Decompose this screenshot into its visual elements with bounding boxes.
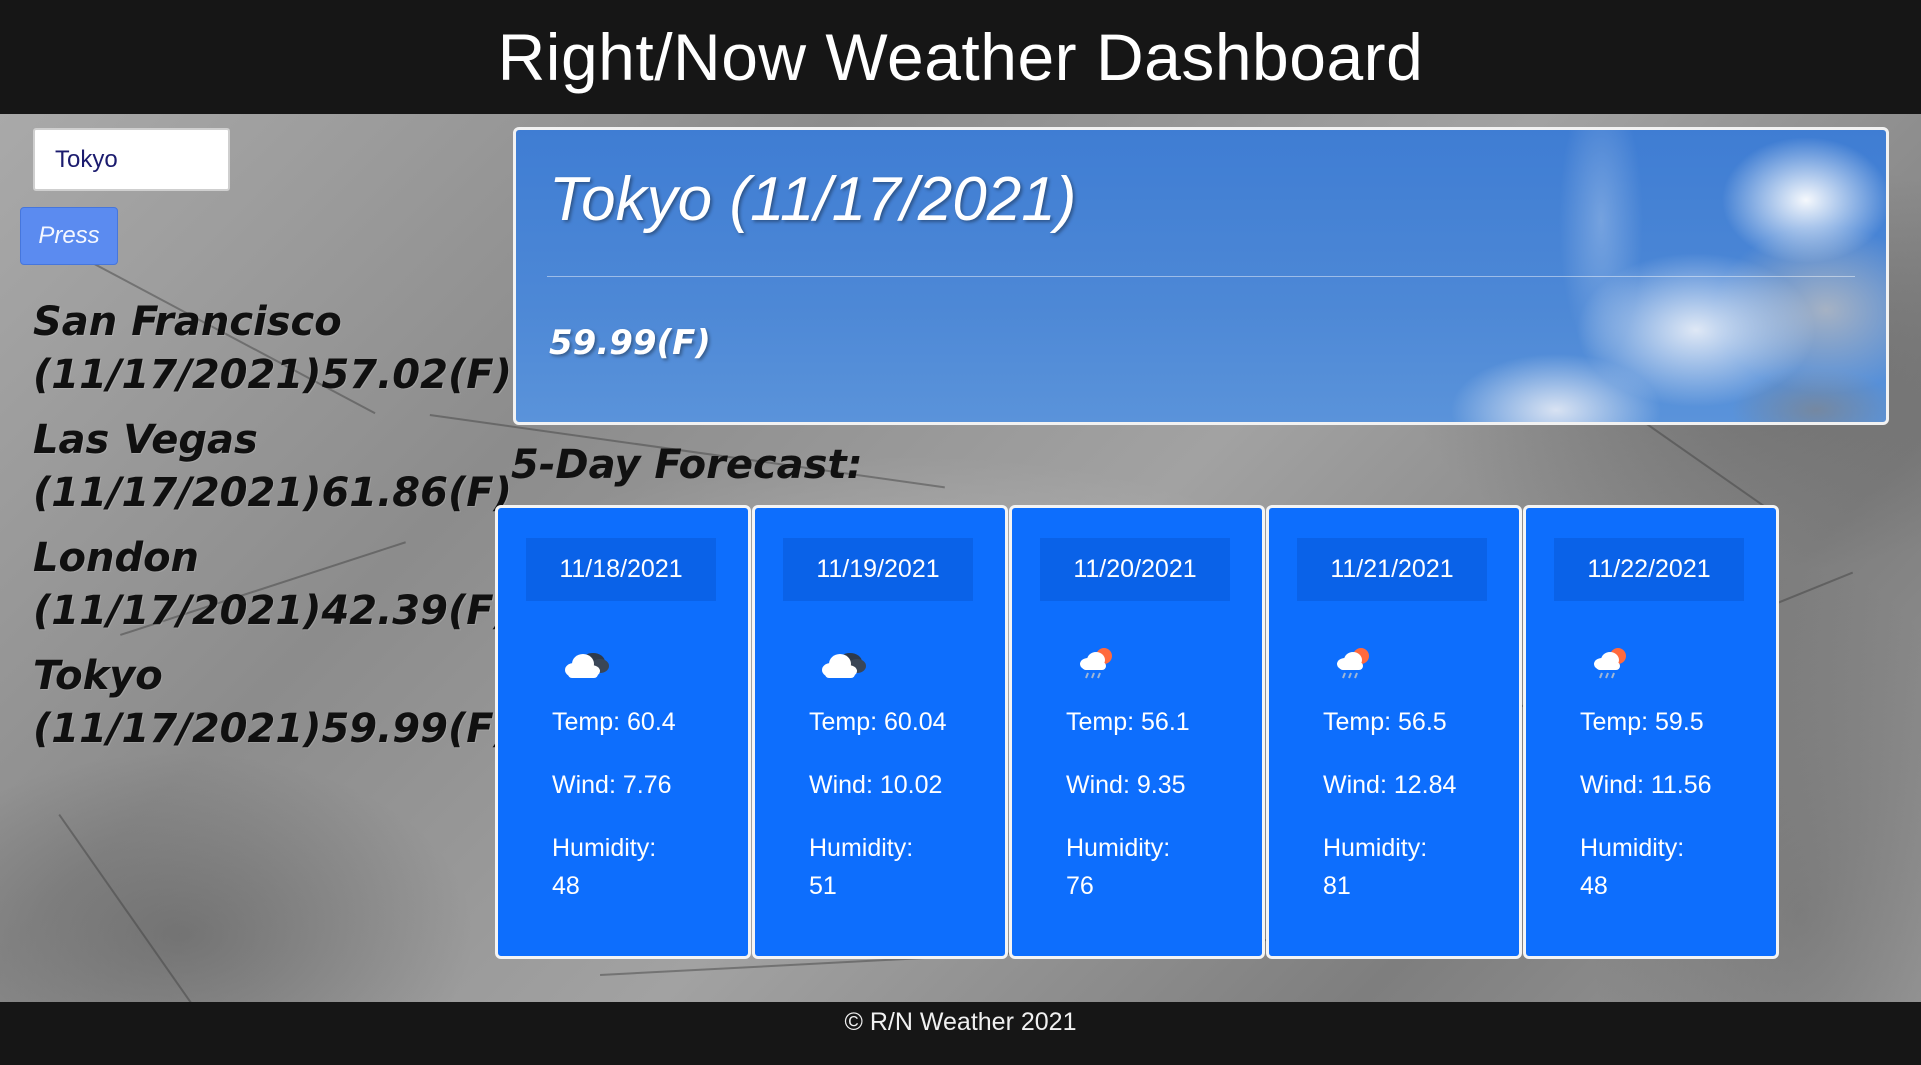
history-detail: (11/17/2021)59.99(F) <box>33 706 512 752</box>
history-detail: (11/17/2021)61.86(F) <box>33 470 512 516</box>
forecast-heading: 5-Day Forecast: <box>511 442 863 488</box>
forecast-humidity-label: Humidity: <box>809 834 914 862</box>
forecast-humidity-value: 81 <box>1323 872 1351 900</box>
history-city: London <box>33 535 200 581</box>
current-temperature: 59.99(F) <box>549 323 711 363</box>
history-item[interactable]: Tokyo (11/17/2021)59.99(F) <box>33 650 512 756</box>
rain-sun-icon <box>1080 648 1112 679</box>
history-item[interactable]: London (11/17/2021)42.39(F) <box>33 532 512 638</box>
history-detail: (11/17/2021)42.39(F) <box>33 588 512 634</box>
forecast-row: 11/18/2021 Temp: 60.4 Wind: 7.76 Humidit… <box>495 505 1780 959</box>
city-search-input[interactable]: Tokyo <box>33 128 230 191</box>
history-city: Las Vegas <box>33 417 258 463</box>
forecast-card: 11/21/2021 Temp: 56.5 Wind: 12.84 Humidi… <box>1266 505 1522 959</box>
history-item[interactable]: Las Vegas (11/17/2021)61.86(F) <box>33 414 512 520</box>
current-divider <box>547 276 1855 277</box>
forecast-temp: Temp: 56.5 <box>1323 708 1447 736</box>
app-footer: © R/N Weather 2021 <box>0 1002 1921 1065</box>
forecast-humidity-label: Humidity: <box>552 834 657 862</box>
forecast-humidity-value: 48 <box>552 872 580 900</box>
forecast-date: 11/18/2021 <box>526 538 716 601</box>
forecast-humidity-label: Humidity: <box>1066 834 1171 862</box>
app-header: Right/Now Weather Dashboard <box>0 0 1921 114</box>
history-city: Tokyo <box>33 653 163 699</box>
cloudy-night-icon <box>822 653 866 678</box>
forecast-date: 11/21/2021 <box>1297 538 1487 601</box>
forecast-temp: Temp: 59.5 <box>1580 708 1704 736</box>
forecast-temp: Temp: 56.1 <box>1066 708 1190 736</box>
forecast-wind: Wind: 9.35 <box>1066 771 1186 799</box>
cloudy-night-icon <box>565 653 609 678</box>
forecast-date: 11/19/2021 <box>783 538 973 601</box>
forecast-humidity-label: Humidity: <box>1580 834 1685 862</box>
forecast-wind: Wind: 12.84 <box>1323 771 1457 799</box>
rain-sun-icon <box>1594 648 1626 679</box>
current-weather-card: Tokyo (11/17/2021) 59.99(F) <box>513 127 1889 425</box>
history-detail: (11/17/2021)57.02(F) <box>33 352 512 398</box>
app-title: Right/Now Weather Dashboard <box>497 20 1424 94</box>
forecast-date: 11/22/2021 <box>1554 538 1744 601</box>
forecast-humidity-value: 76 <box>1066 872 1094 900</box>
rain-sun-icon <box>1337 648 1369 679</box>
history-item[interactable]: San Francisco (11/17/2021)57.02(F) <box>33 296 512 402</box>
forecast-wind: Wind: 7.76 <box>552 771 672 799</box>
forecast-card: 11/19/2021 Temp: 60.04 Wind: 10.02 Humid… <box>752 505 1008 959</box>
forecast-temp: Temp: 60.04 <box>809 708 947 736</box>
forecast-humidity-label: Humidity: <box>1323 834 1428 862</box>
forecast-wind: Wind: 11.56 <box>1580 771 1712 799</box>
forecast-card: 11/20/2021 Temp: 56.1 Wind: 9.35 Humidit… <box>1009 505 1265 959</box>
forecast-humidity-value: 48 <box>1580 872 1608 900</box>
forecast-wind: Wind: 10.02 <box>809 771 943 799</box>
search-history: San Francisco (11/17/2021)57.02(F) Las V… <box>33 296 512 768</box>
search-button[interactable]: Press <box>20 207 118 265</box>
forecast-card: 11/22/2021 Temp: 59.5 Wind: 11.56 Humidi… <box>1523 505 1779 959</box>
history-city: San Francisco <box>33 299 342 345</box>
forecast-temp: Temp: 60.4 <box>552 708 676 736</box>
forecast-date: 11/20/2021 <box>1040 538 1230 601</box>
forecast-card: 11/18/2021 Temp: 60.4 Wind: 7.76 Humidit… <box>495 505 751 959</box>
footer-copyright: © R/N Weather 2021 <box>844 1008 1077 1036</box>
forecast-humidity-value: 51 <box>809 872 837 900</box>
current-city-title: Tokyo (11/17/2021) <box>549 165 1077 234</box>
